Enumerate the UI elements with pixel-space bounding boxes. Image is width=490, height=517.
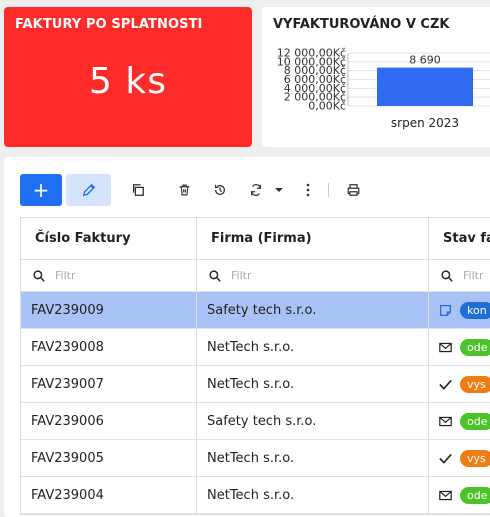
invoice-number-cell: FAV239008 (21, 329, 197, 365)
invoice-number-cell: FAV239004 (21, 477, 197, 513)
print-button[interactable] (343, 174, 363, 206)
search-icon (441, 269, 453, 282)
overdue-count: 5 ks (89, 61, 167, 102)
filter-placeholder: Filtr (55, 269, 76, 282)
invoiced-card: VYFAKTUROVÁNO V CZK 0,00Kč 2 000,00Kč 4 00… (262, 7, 490, 147)
company-cell: Safety tech s.r.o. (197, 292, 429, 328)
company-cell: Safety tech s.r.o. (197, 403, 429, 439)
chart-data-label: 8 690 (409, 54, 441, 67)
grid-header-row: Číslo Faktury Firma (Firma) Stav fak (21, 218, 490, 260)
status-badge: ode (460, 412, 490, 430)
filter-placeholder: Filtr (231, 269, 252, 282)
status-cell: kon (429, 292, 490, 328)
status-badge: ode (460, 338, 490, 356)
check-icon (439, 379, 452, 390)
company-cell: NetTech s.r.o. (197, 440, 429, 476)
more-vertical-icon (306, 183, 310, 197)
filter-company[interactable]: Filtr (197, 260, 429, 291)
invoice-number-cell: FAV239009 (21, 292, 197, 328)
table-row[interactable]: FAV239009 Safety tech s.r.o. kon (21, 292, 490, 329)
pencil-icon (82, 183, 95, 197)
invoiced-chart: 0,00Kč2 000,00Kč4 000,00Kč6 000,00Kč8 00… (277, 47, 490, 130)
invoiced-card-title: VYFAKTUROVÁNO V CZK (273, 17, 450, 32)
company-cell: NetTech s.r.o. (197, 477, 429, 513)
status-badge: kon (460, 301, 490, 319)
table-row[interactable]: FAV239006 Safety tech s.r.o. ode (21, 403, 490, 440)
invoice-number-cell: FAV239005 (21, 440, 197, 476)
chart-y-tick-label: 12 000,00Kč (277, 47, 346, 60)
more-button[interactable] (298, 174, 318, 206)
status-badge: vys (460, 449, 490, 467)
search-icon (33, 269, 45, 282)
refresh-button[interactable] (246, 174, 266, 206)
note-icon (439, 304, 452, 317)
invoices-panel: + Číslo Faktury Firma (Firma) Stav fak F… (4, 157, 490, 517)
chart-x-tick-label: srpen 2023 (391, 116, 459, 130)
column-header-status[interactable]: Stav fak (429, 218, 490, 259)
envelope-icon (439, 490, 452, 501)
status-cell: vys (429, 366, 490, 402)
caret-down-icon (275, 188, 283, 192)
invoice-number-cell: FAV239006 (21, 403, 197, 439)
overdue-invoices-card: FAKTURY PO SPLATNOSTI 5 ks (4, 7, 252, 147)
status-cell: vys (429, 440, 490, 476)
search-icon (209, 269, 221, 282)
column-header-invoice-number[interactable]: Číslo Faktury (21, 218, 197, 259)
add-button[interactable]: + (20, 174, 62, 206)
table-row[interactable]: FAV239008 NetTech s.r.o. ode (21, 329, 490, 366)
delete-button[interactable] (174, 174, 194, 206)
edit-button[interactable] (66, 174, 111, 206)
filter-invoice-number[interactable]: Filtr (21, 260, 197, 291)
print-icon (347, 184, 359, 196)
refresh-options-button[interactable] (272, 174, 286, 206)
status-cell: ode (429, 403, 490, 439)
add-label: + (32, 178, 50, 202)
status-cell: ode (429, 329, 490, 365)
invoice-number-cell: FAV239007 (21, 366, 197, 402)
toolbar-divider (328, 183, 329, 197)
status-badge: vys (460, 375, 490, 393)
grid-filter-row: Filtr Filtr Filtr (21, 260, 490, 292)
copy-button[interactable] (128, 174, 148, 206)
history-button[interactable] (210, 174, 230, 206)
status-cell: ode (429, 477, 490, 513)
status-badge: ode (460, 486, 490, 504)
company-cell: NetTech s.r.o. (197, 329, 429, 365)
company-cell: NetTech s.r.o. (197, 366, 429, 402)
trash-icon (179, 184, 189, 196)
envelope-icon (439, 342, 452, 353)
column-header-company[interactable]: Firma (Firma) (197, 218, 429, 259)
copy-icon (132, 184, 144, 196)
table-row[interactable]: FAV239007 NetTech s.r.o. vys (21, 366, 490, 403)
invoices-grid: Číslo Faktury Firma (Firma) Stav fak Fil… (20, 217, 490, 515)
table-row[interactable]: FAV239004 NetTech s.r.o. ode (21, 477, 490, 514)
overdue-card-title: FAKTURY PO SPLATNOSTI (15, 17, 203, 32)
refresh-icon (251, 184, 261, 196)
filter-placeholder: Filtr (463, 269, 484, 282)
history-icon (215, 184, 225, 195)
filter-status[interactable]: Filtr (429, 260, 490, 291)
envelope-icon (439, 416, 452, 427)
check-icon (439, 453, 452, 464)
chart-bar (377, 67, 473, 106)
table-row[interactable]: FAV239005 NetTech s.r.o. vys (21, 440, 490, 477)
